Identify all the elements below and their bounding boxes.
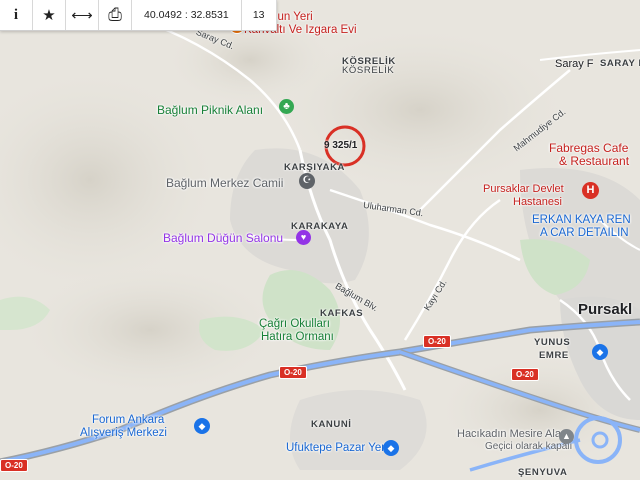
area-label-kanuni: KANUNİ	[311, 419, 352, 430]
venue-icon[interactable]: ♥	[296, 230, 311, 245]
poi-market-label[interactable]: Ufuktepe Pazar Yeri	[286, 442, 388, 454]
highway-shield: O-20	[279, 366, 307, 379]
market-icon[interactable]: ◆	[383, 440, 399, 456]
poi-business-sublabel[interactable]: A CAR DETAILIN	[540, 227, 629, 239]
poi-business-label[interactable]: ERKAN KAYA REN	[532, 214, 631, 226]
print-icon[interactable]: ⎙	[99, 0, 131, 30]
area-label-saray-fatih: SARAY FATİH	[600, 58, 640, 69]
area-label-senyuva: ŞENYUVA	[518, 467, 568, 478]
parcel-label[interactable]: 9 325/1	[324, 140, 357, 151]
poi-forest-label[interactable]: Çağrı Okulları	[259, 318, 330, 330]
highway-shield: O-20	[0, 459, 28, 472]
info-icon[interactable]: i	[0, 0, 32, 30]
mosque-icon[interactable]: ☪	[299, 173, 315, 189]
poi-picnic-label[interactable]: Hacıkadın Mesire Alanı	[457, 428, 570, 440]
area-label-kosrelik-alt: KÖSRELİK	[342, 65, 395, 76]
shopping-icon[interactable]: ◆	[592, 344, 608, 360]
poi-park-label[interactable]: Bağlum Piknik Alanı	[157, 103, 263, 117]
picnic-icon[interactable]: ▲	[559, 429, 574, 444]
poi-hospital-sublabel[interactable]: Hastanesi	[513, 196, 562, 208]
park-icon[interactable]: ♣	[279, 99, 294, 114]
area-label-emre: EMRE	[539, 350, 569, 361]
zoom-level: 13	[240, 0, 277, 30]
poi-mall-sublabel[interactable]: Alışveriş Merkezi	[80, 427, 167, 439]
hospital-icon[interactable]: H	[582, 182, 599, 199]
highway-shield: O-20	[423, 335, 451, 348]
map-canvas[interactable]	[0, 0, 640, 480]
poi-mall-label[interactable]: Forum Ankara	[92, 414, 164, 426]
area-label-yunus: YUNUS	[534, 337, 571, 348]
poi-cafe-sublabel[interactable]: & Restaurant	[559, 154, 629, 168]
poi-picnic-status: Geçici olarak kapalı	[485, 441, 573, 452]
highway-shield: O-20	[511, 368, 539, 381]
poi-venue-label[interactable]: Bağlum Düğün Salonu	[163, 231, 283, 245]
star-icon[interactable]: ★	[33, 0, 65, 30]
poi-cafe-label[interactable]: Fabregas Cafe	[549, 141, 628, 155]
coordinate-readout: 40.0492 : 32.8531	[131, 0, 241, 30]
measure-icon[interactable]: ⟷	[66, 0, 98, 30]
poi-forest-sublabel[interactable]: Hatıra Ormanı	[261, 331, 334, 343]
area-label-saray: Saray F	[555, 58, 594, 70]
area-label-karsiyaka: KARŞIYAKA	[284, 162, 346, 173]
poi-hospital-label[interactable]: Pursaklar Devlet	[483, 183, 564, 195]
poi-mosque-label[interactable]: Bağlum Merkez Camii	[166, 176, 283, 190]
city-label-pursaklar: Pursakl	[578, 301, 633, 318]
map-toolbar: i ★ ⟷ ⎙ 40.0492 : 32.8531 13	[0, 0, 277, 31]
mall-icon[interactable]: ◆	[194, 418, 210, 434]
